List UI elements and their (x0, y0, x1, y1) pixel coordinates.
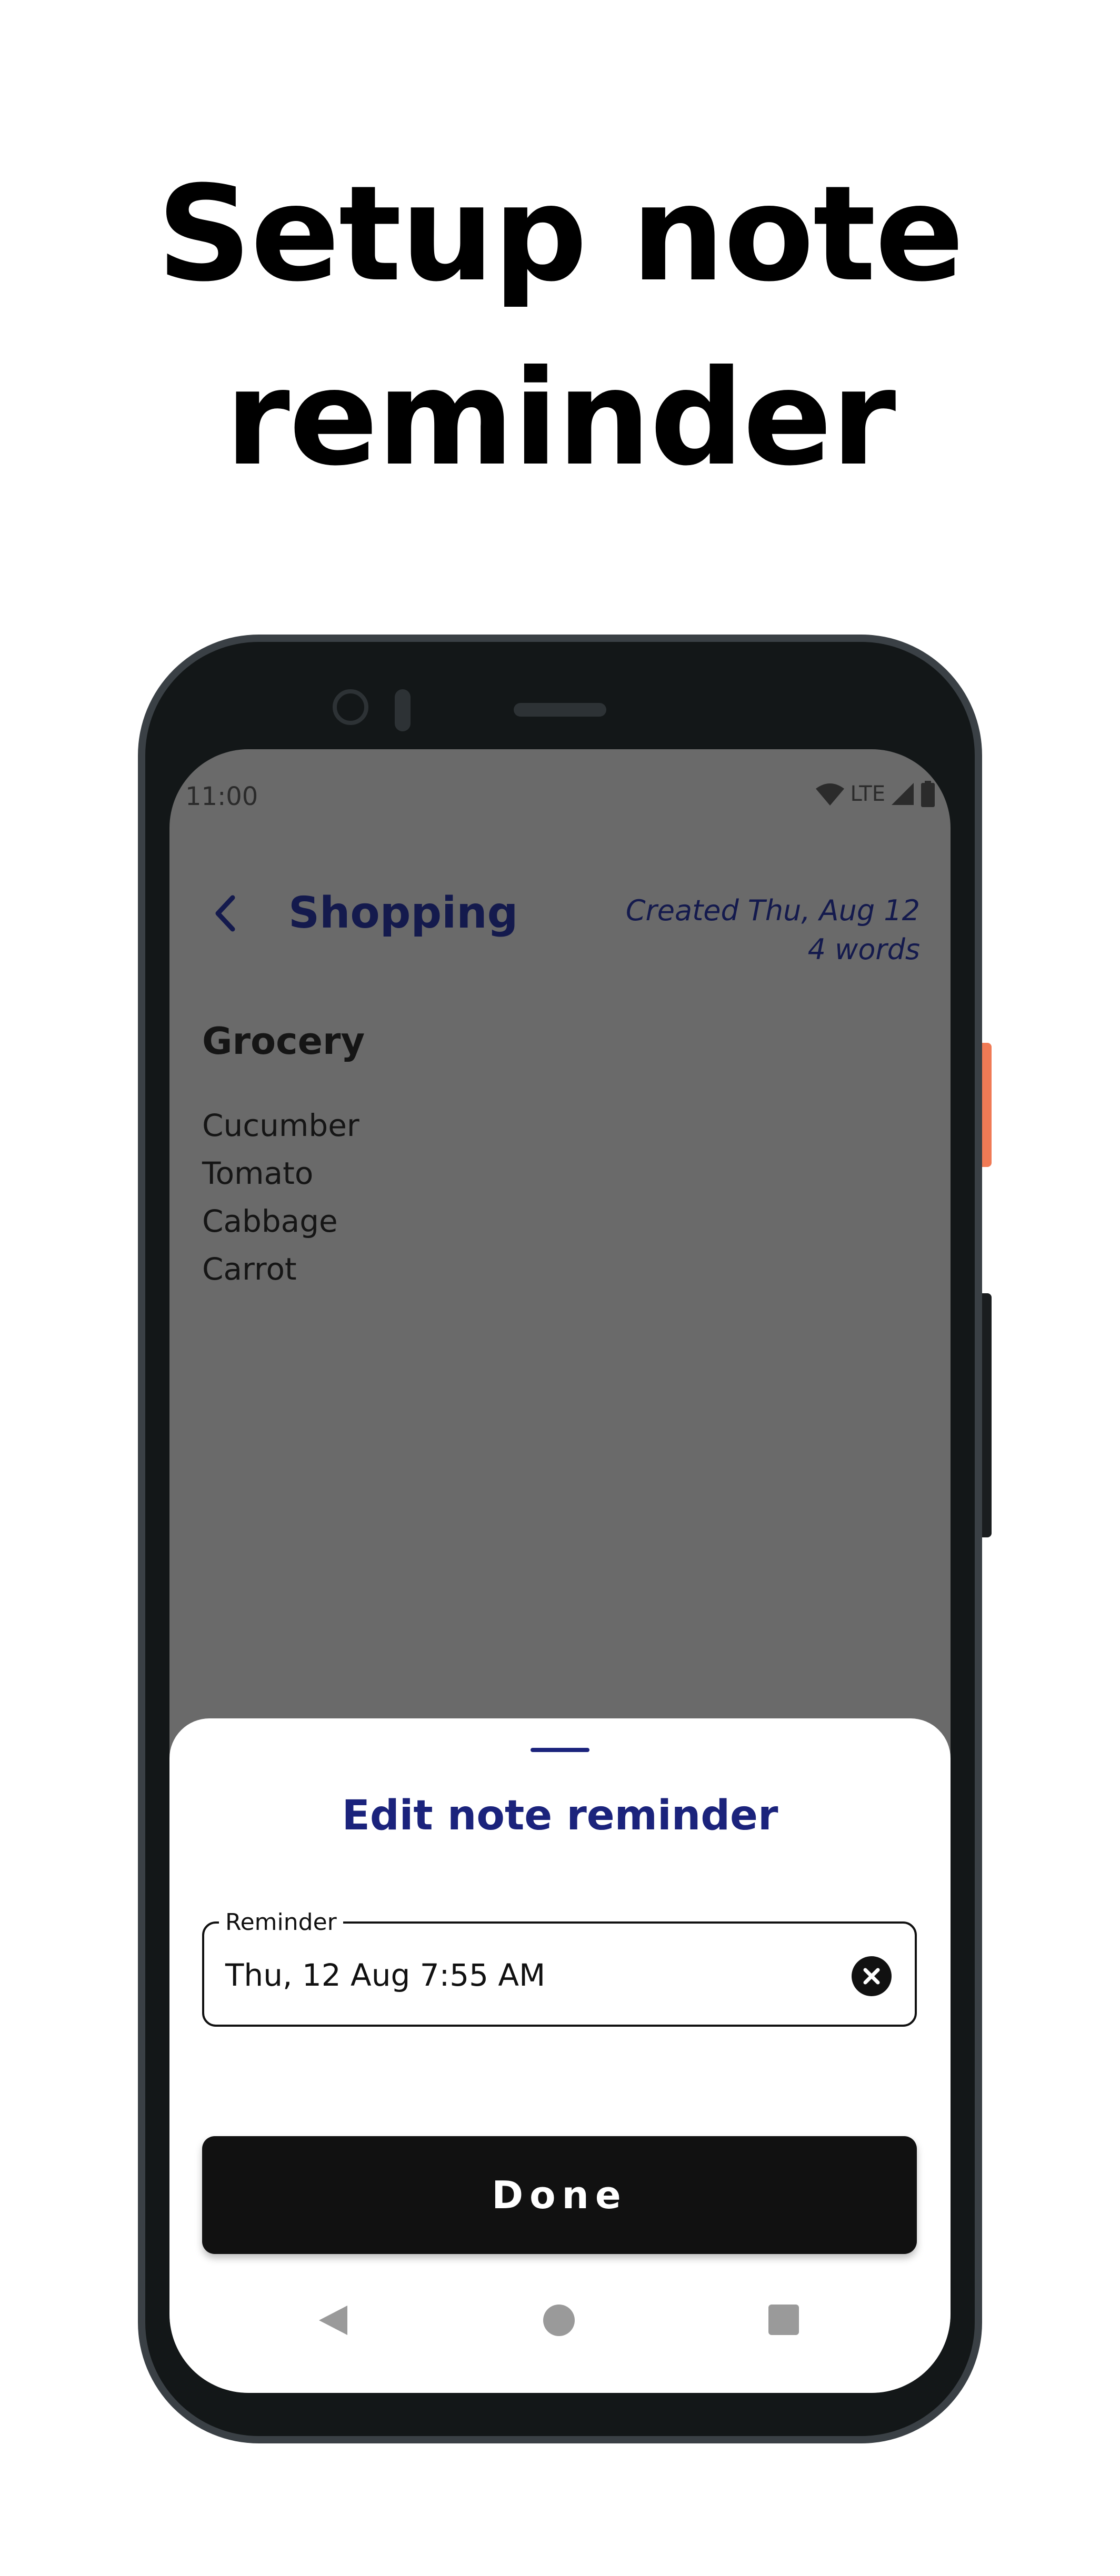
sheet-title: Edit note reminder (342, 1792, 778, 1839)
headline-line-1: Setup note (157, 157, 964, 310)
close-icon (863, 1968, 880, 1985)
volume-button (982, 1293, 992, 1537)
nav-back-icon (319, 2306, 347, 2335)
note-word-count: 4 words (807, 933, 920, 966)
phone-screen: 11:00 LTE Shopping Created Thu, Aug 12 4… (169, 749, 951, 2393)
status-icons: LTE (815, 781, 936, 807)
list-item: Cabbage (202, 1203, 338, 1239)
list-item: Cucumber (202, 1108, 359, 1143)
nav-back-button[interactable] (316, 2303, 349, 2337)
status-time: 11:00 (185, 782, 258, 811)
wifi-icon (815, 783, 844, 806)
reminder-field-value[interactable]: Thu, 12 Aug 7:55 AM (225, 1954, 545, 1996)
note-meta: Created Thu, Aug 12 4 words (626, 891, 920, 969)
nav-recents-icon[interactable] (768, 2305, 799, 2335)
system-nav-bar (169, 2278, 951, 2362)
signal-icon (892, 783, 914, 805)
note-created-date: Created Thu, Aug 12 (625, 894, 920, 927)
proximity-sensor (395, 689, 411, 731)
list-item: Carrot (202, 1251, 297, 1287)
note-title: Shopping (288, 888, 518, 938)
reminder-field[interactable]: Reminder Thu, 12 Aug 7:55 AM (202, 1908, 917, 2027)
reminder-bottom-sheet: Edit note reminder Reminder Thu, 12 Aug … (169, 1718, 951, 2393)
network-type: LTE (850, 782, 885, 806)
sheet-drag-handle[interactable] (531, 1748, 589, 1752)
front-camera (333, 689, 368, 725)
chevron-left-icon (215, 895, 235, 932)
reminder-field-label: Reminder (219, 1908, 343, 1937)
clear-reminder-button[interactable] (852, 1956, 892, 1996)
power-button (982, 1043, 992, 1167)
headline-line-2: reminder (225, 341, 896, 495)
note-heading: Grocery (202, 1020, 365, 1063)
page-headline: Setup note reminder (0, 142, 1120, 510)
battery-icon (921, 781, 935, 807)
list-item: Tomato (202, 1155, 314, 1191)
done-button-label: Done (492, 2173, 627, 2217)
note-body: Cucumber Tomato Cabbage Carrot (202, 1102, 359, 1293)
done-button[interactable]: Done (202, 2136, 917, 2254)
nav-home-icon[interactable] (543, 2305, 575, 2336)
earpiece-speaker (514, 703, 606, 717)
back-button[interactable] (207, 892, 244, 934)
